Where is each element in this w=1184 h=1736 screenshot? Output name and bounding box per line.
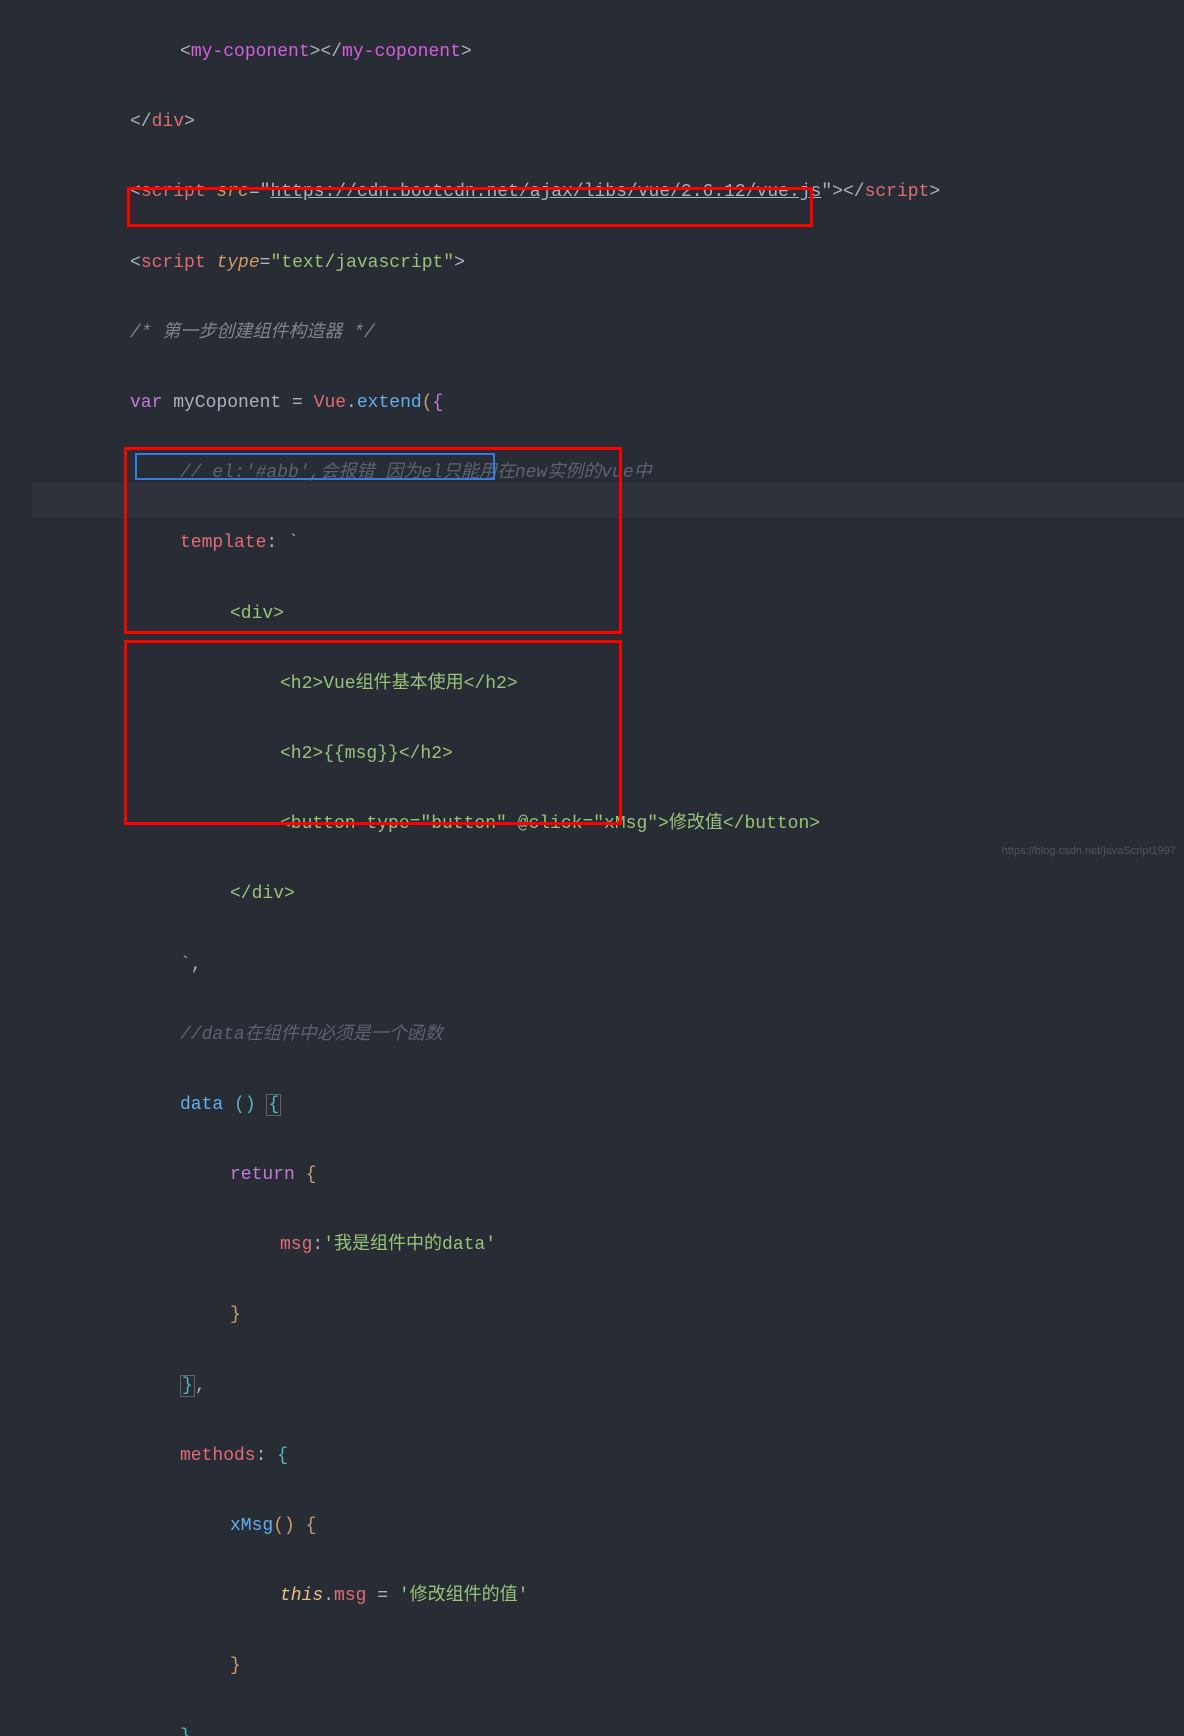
code-editor[interactable]: <my-coponent></my-coponent> </div> <scri… [0,0,1184,1736]
code-line: <h2>Vue组件基本使用</h2> [80,667,1184,702]
code-line: } [80,1298,1184,1333]
code-line: return { [80,1158,1184,1193]
code-line: data () { [80,1088,1184,1123]
gutter [0,0,32,868]
code-line: <my-coponent></my-coponent> [80,35,1184,70]
code-line: <button type="button" @click="xMsg">修改值<… [80,807,1184,842]
code-line: <script src="https://cdn.bootcdn.net/aja… [80,175,1184,210]
code-line: } [80,1649,1184,1684]
code-line: /* 第一步创建组件构造器 */ [80,316,1184,351]
code-line: }, [80,1369,1184,1404]
watermark: https://blog.csdn.net/javaScript1997 [1002,841,1176,862]
code-line: </div> [80,877,1184,912]
code-line: // el:'#abb',会报错 因为el只能用在new实例的vue中 [80,456,1184,491]
code-line: <div> [80,597,1184,632]
code-line: `, [80,948,1184,983]
code-line: xMsg() { [80,1509,1184,1544]
code-line: <h2>{{msg}}</h2> [80,737,1184,772]
code-line: <script type="text/javascript"> [80,246,1184,281]
code-line: } [80,1720,1184,1736]
code-line: var myCoponent = Vue.extend({ [80,386,1184,421]
code-line: </div> [80,105,1184,140]
code-line: methods: { [80,1439,1184,1474]
code-line: //data在组件中必须是一个函数 [80,1018,1184,1053]
code-line: template: ` [80,526,1184,561]
code-line: msg:'我是组件中的data' [80,1228,1184,1263]
code-line: this.msg = '修改组件的值' [80,1579,1184,1614]
